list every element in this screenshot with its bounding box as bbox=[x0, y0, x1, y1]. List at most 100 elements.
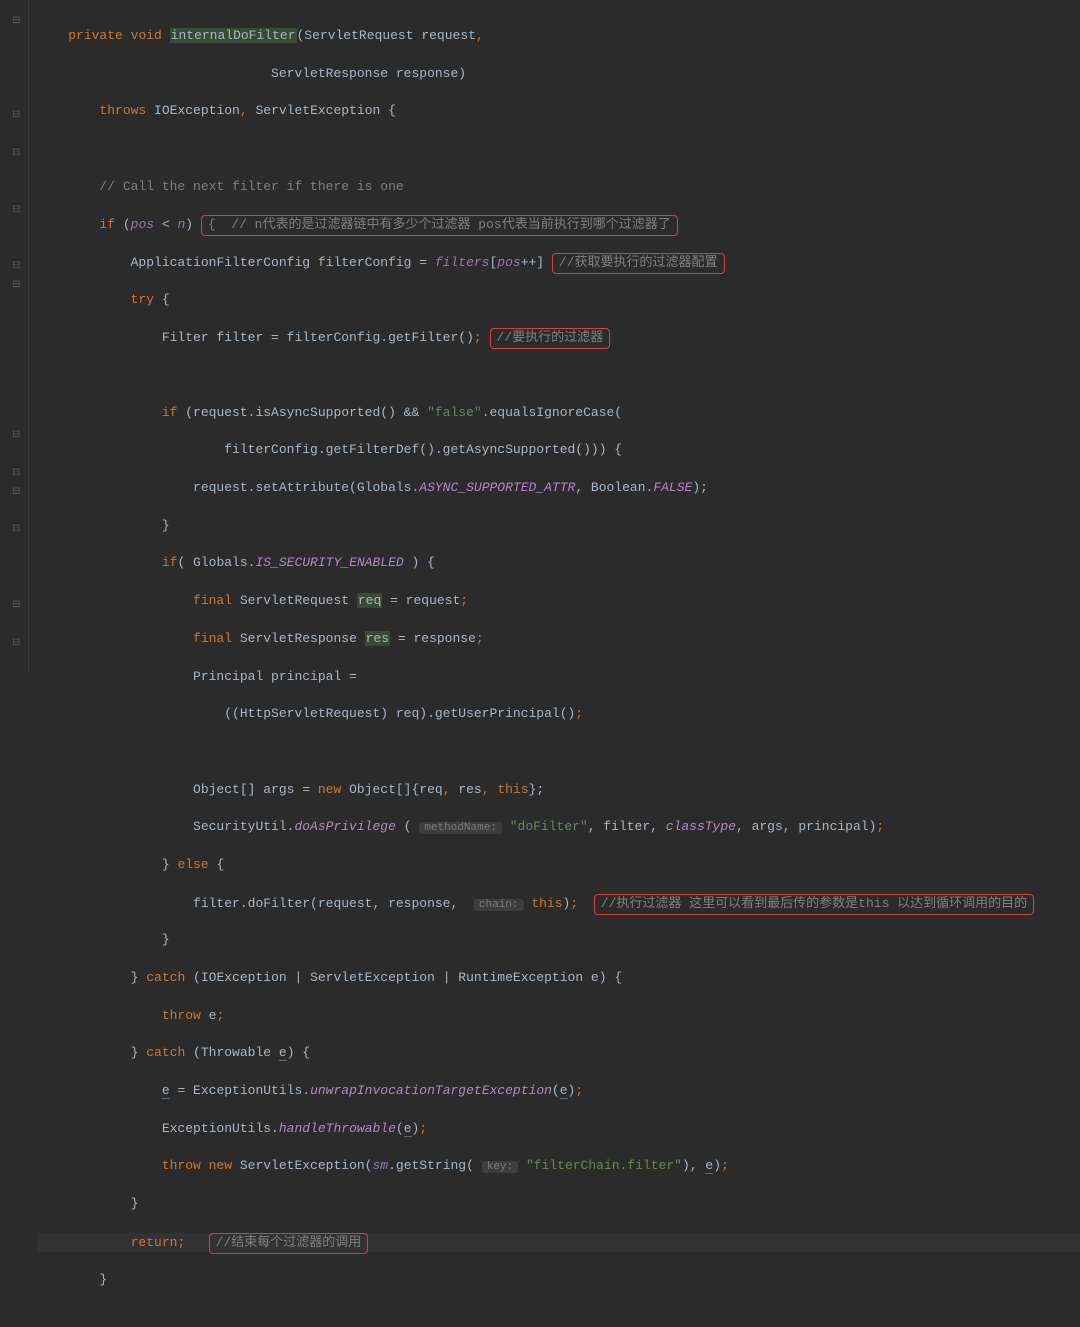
paren: ( bbox=[396, 819, 419, 834]
field-filters: filters bbox=[435, 255, 490, 270]
field-pos: pos bbox=[497, 255, 520, 270]
comment: // Call the next filter if there is one bbox=[99, 179, 403, 194]
var-e: e bbox=[279, 1045, 287, 1061]
var-e: e bbox=[404, 1121, 412, 1137]
field-pos: pos bbox=[131, 217, 154, 232]
annotation-box-5: //结束每个过滤器的调用 bbox=[209, 1233, 369, 1254]
static-method: doAsPrivilege bbox=[294, 819, 395, 834]
string: "filterChain.filter" bbox=[526, 1158, 682, 1173]
brace: { bbox=[154, 292, 170, 307]
param-hint: key: bbox=[482, 1161, 518, 1173]
semi: ; bbox=[216, 1008, 224, 1023]
catch: (Throwable bbox=[185, 1045, 279, 1060]
semi: ; bbox=[419, 1121, 427, 1136]
kw-final: final bbox=[193, 631, 232, 646]
semi: ; bbox=[177, 1235, 185, 1250]
stmt: Filter filter = filterConfig.getFilter() bbox=[162, 330, 474, 345]
param-hint: methodName: bbox=[419, 822, 502, 834]
fold-marker[interactable]: ⊟ bbox=[12, 260, 22, 270]
paren: ( bbox=[552, 1083, 560, 1098]
semi: ; bbox=[460, 593, 468, 608]
kw-try: try bbox=[131, 292, 154, 307]
annotation-box-4: //执行过滤器 这里可以看到最后传的参数是this 以达到循环调用的目的 bbox=[594, 894, 1034, 915]
fold-marker[interactable]: ⊟ bbox=[12, 429, 22, 439]
brace: } bbox=[162, 857, 178, 872]
close: ) bbox=[185, 217, 201, 232]
fold-marker[interactable]: ⊟ bbox=[12, 486, 22, 496]
decl: ServletResponse bbox=[232, 631, 365, 646]
static-method: unwrapInvocationTargetException bbox=[310, 1083, 552, 1098]
ex1: IOException bbox=[146, 103, 240, 118]
code-editor: ⊟ ⊟ ⊟ ⊟ ⊟ ⊟ ⊟ ⊟ ⊟ ⊟ ⊟ ⊟ private void int… bbox=[0, 0, 1080, 673]
fold-marker[interactable]: ⊟ bbox=[12, 147, 22, 157]
end: }; bbox=[529, 782, 545, 797]
semi: ; bbox=[721, 1158, 729, 1173]
call: ExceptionUtils. bbox=[162, 1121, 279, 1136]
comma: , bbox=[443, 782, 459, 797]
param: classType bbox=[666, 819, 736, 834]
cond: (request.isAsyncSupported() && bbox=[177, 405, 427, 420]
method-name: internalDoFilter bbox=[170, 28, 297, 43]
code-area[interactable]: private void internalDoFilter(ServletReq… bbox=[29, 0, 1080, 673]
fold-marker[interactable]: ⊟ bbox=[12, 15, 22, 25]
semi: ; bbox=[474, 330, 482, 345]
box-text: //结束每个过滤器的调用 bbox=[216, 1235, 362, 1250]
kw-void: void bbox=[131, 28, 162, 43]
kw-throw-new: throw new bbox=[162, 1158, 232, 1173]
semi: ; bbox=[575, 706, 583, 721]
fold-marker[interactable]: ⊟ bbox=[12, 523, 22, 533]
decl: Object[] args = bbox=[193, 782, 318, 797]
string: "false" bbox=[427, 405, 482, 420]
kw-new: new bbox=[318, 782, 341, 797]
kw-if: if bbox=[162, 555, 178, 570]
end: ); bbox=[692, 480, 708, 495]
fold-marker[interactable]: ⊟ bbox=[12, 279, 22, 289]
brace: } bbox=[162, 932, 170, 947]
var-e: e bbox=[162, 1083, 170, 1099]
kw-if: if bbox=[162, 405, 178, 420]
kw-throw: throw bbox=[162, 1008, 201, 1023]
param2: ServletResponse response) bbox=[271, 66, 466, 81]
string: "doFilter" bbox=[510, 819, 588, 834]
kw-final: final bbox=[193, 593, 232, 608]
brace: } bbox=[162, 518, 170, 533]
args: , filter, bbox=[588, 819, 666, 834]
fold-marker[interactable]: ⊟ bbox=[12, 599, 22, 609]
fold-marker[interactable]: ⊟ bbox=[12, 637, 22, 647]
comma: , bbox=[482, 782, 498, 797]
fold-marker[interactable]: ⊟ bbox=[12, 109, 22, 119]
inc: ++] bbox=[521, 255, 544, 270]
catch-types: (IOException | ServletException | Runtim… bbox=[185, 970, 622, 985]
call: request.setAttribute(Globals. bbox=[193, 480, 419, 495]
sig: (ServletRequest request bbox=[297, 28, 476, 43]
brace: ) { bbox=[404, 555, 435, 570]
semi: ; bbox=[570, 896, 578, 911]
semi: ; bbox=[575, 1083, 583, 1098]
semi: ; bbox=[476, 631, 484, 646]
var-e: e bbox=[560, 1083, 568, 1099]
kw-throws: throws bbox=[99, 103, 146, 118]
fold-marker[interactable]: ⊟ bbox=[12, 204, 22, 214]
box-text: { // n代表的是过滤器链中有多少个过滤器 pos代表当前执行到哪个过滤器了 bbox=[208, 217, 671, 232]
cond: ( Globals. bbox=[177, 555, 255, 570]
comma: , bbox=[240, 103, 248, 118]
annotation-box-2: //获取要执行的过滤器配置 bbox=[552, 253, 725, 274]
brace: ) { bbox=[287, 1045, 310, 1060]
assign: = request bbox=[382, 593, 460, 608]
paren: ( bbox=[115, 217, 131, 232]
annotation-box-3: //要执行的过滤器 bbox=[490, 328, 611, 349]
gutter: ⊟ ⊟ ⊟ ⊟ ⊟ ⊟ ⊟ ⊟ ⊟ ⊟ ⊟ ⊟ bbox=[0, 0, 29, 673]
var-req: req bbox=[357, 593, 382, 608]
call: ((HttpServletRequest) req).getUserPrinci… bbox=[224, 706, 575, 721]
close: ) bbox=[412, 1121, 420, 1136]
paren: ( bbox=[396, 1121, 404, 1136]
kw-private: private bbox=[68, 28, 123, 43]
kw-catch: catch bbox=[146, 970, 185, 985]
kw-return: return bbox=[131, 1235, 178, 1250]
annotation-box-1: { // n代表的是过滤器链中有多少个过滤器 pos代表当前执行到哪个过滤器了 bbox=[201, 215, 678, 236]
brace: } bbox=[131, 970, 147, 985]
brace: { bbox=[209, 857, 225, 872]
decl: Principal principal = bbox=[193, 669, 357, 684]
arr: Object[]{ bbox=[341, 782, 419, 797]
fold-marker[interactable]: ⊟ bbox=[12, 467, 22, 477]
